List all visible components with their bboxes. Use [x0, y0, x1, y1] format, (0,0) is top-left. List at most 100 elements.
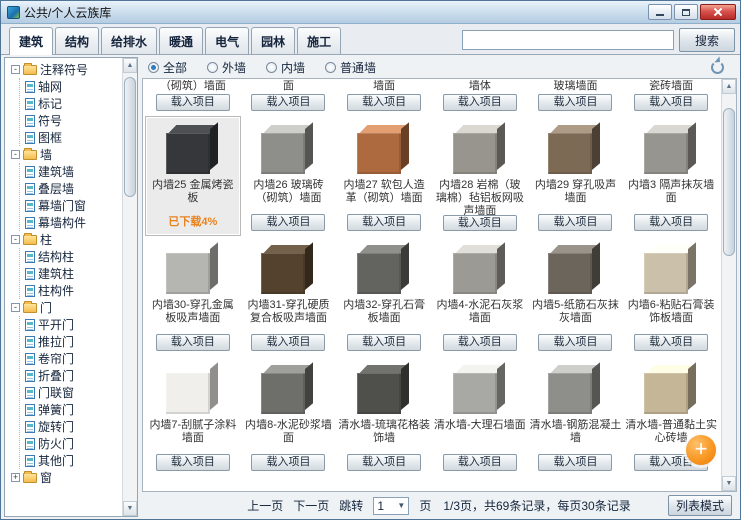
load-into-project-button[interactable]: 载入项目 [538, 94, 613, 111]
tree-item-推拉门[interactable]: 推拉门 [23, 333, 122, 350]
family-tile-partial[interactable]: 墙体 载入项目 [432, 79, 528, 116]
expander-icon[interactable]: - [11, 150, 20, 159]
family-tile-partial[interactable]: 瓷砖墙面 载入项目 [623, 79, 719, 116]
family-tile[interactable]: 内墙8-水泥砂浆墙面 载入项目 [241, 356, 337, 476]
family-tile[interactable]: 内墙5-纸筋石灰抹灰墙面 载入项目 [528, 236, 624, 356]
tree-item-建筑墙[interactable]: 建筑墙 [23, 163, 122, 180]
close-button[interactable] [700, 4, 736, 20]
tree-item-旋转门[interactable]: 旋转门 [23, 418, 122, 435]
family-tile-partial[interactable]: 墙面 载入项目 [336, 79, 432, 116]
tree-item-其他门[interactable]: 其他门 [23, 452, 122, 469]
tree-folder-柱[interactable]: -柱 [7, 231, 122, 248]
tree-item-图框[interactable]: 图框 [23, 129, 122, 146]
tree-item-标记[interactable]: 标记 [23, 95, 122, 112]
family-tile[interactable]: 内墙6-粘贴石膏装饰板墙面 载入项目 [623, 236, 719, 356]
family-tile[interactable]: 内墙29 穿孔吸声墙面 载入项目 [528, 116, 624, 236]
search-button[interactable]: 搜索 [679, 28, 735, 52]
tree-item-防火门[interactable]: 防火门 [23, 435, 122, 452]
tree-item-门联窗[interactable]: 门联窗 [23, 384, 122, 401]
family-tile[interactable]: 清水墙-琉璃花格装饰墙 载入项目 [336, 356, 432, 476]
load-into-project-button[interactable]: 载入项目 [155, 454, 230, 471]
family-tile-partial[interactable]: （砌筑）墙面 载入项目 [145, 79, 241, 116]
content-scrollbar-thumb[interactable] [723, 108, 735, 256]
family-tile[interactable]: 内墙7-刮腻子涂料墙面 载入项目 [145, 356, 241, 476]
tab-电气[interactable]: 电气 [205, 27, 250, 54]
radio-option-外墙[interactable]: 外墙 [207, 59, 246, 76]
tree-item-弹簧门[interactable]: 弹簧门 [23, 401, 122, 418]
expander-icon[interactable]: - [11, 303, 20, 312]
refresh-icon[interactable] [711, 60, 724, 74]
search-input[interactable] [462, 30, 674, 50]
load-into-project-button[interactable]: 载入项目 [155, 334, 230, 351]
family-tile[interactable]: 内墙27 软包人造革（砌筑）墙面 载入项目 [336, 116, 432, 236]
load-into-project-button[interactable]: 载入项目 [347, 214, 422, 231]
content-scrollbar[interactable]: ▲ ▼ [721, 79, 736, 491]
family-tile-partial[interactable]: 玻璃墙面 载入项目 [528, 79, 624, 116]
tree-scrollbar[interactable]: ▲ ▼ [122, 58, 137, 516]
page-select[interactable]: 1 ▼ [373, 496, 410, 515]
tree-item-结构柱[interactable]: 结构柱 [23, 248, 122, 265]
family-tile[interactable]: 内墙3 隔声抹灰墙面 载入项目 [623, 116, 719, 236]
tree-scrollbar-track[interactable] [123, 73, 137, 501]
add-fab-button[interactable]: + [686, 435, 716, 465]
load-into-project-button[interactable]: 载入项目 [442, 454, 517, 471]
family-tile[interactable]: 内墙28 岩棉（玻璃棉）毡铝板网吸声墙面 载入项目 [432, 116, 528, 236]
tree-item-符号[interactable]: 符号 [23, 112, 122, 129]
family-tile[interactable]: 内墙30-穿孔金属板吸声墙面 载入项目 [145, 236, 241, 356]
scroll-down-icon[interactable]: ▼ [722, 476, 736, 491]
tab-暖通[interactable]: 暖通 [159, 27, 204, 54]
expander-icon[interactable]: - [11, 65, 20, 74]
content-scrollbar-track[interactable] [722, 94, 736, 476]
tree-folder-墙[interactable]: -墙 [7, 146, 122, 163]
family-tile-partial[interactable]: 面载入项目 [241, 79, 337, 116]
scroll-up-icon[interactable]: ▲ [722, 79, 736, 94]
tree-item-幕墙门窗[interactable]: 幕墙门窗 [23, 197, 122, 214]
tab-施工[interactable]: 施工 [297, 27, 342, 54]
family-tile[interactable]: 清水墙-钢筋混凝土墙 载入项目 [528, 356, 624, 476]
family-tile[interactable]: 清水墙-大理石墙面 载入项目 [432, 356, 528, 476]
load-into-project-button[interactable]: 载入项目 [347, 334, 422, 351]
load-into-project-button[interactable]: 载入项目 [442, 215, 517, 231]
tree-folder-门[interactable]: -门 [7, 299, 122, 316]
tab-结构[interactable]: 结构 [55, 27, 100, 54]
tree-item-柱构件[interactable]: 柱构件 [23, 282, 122, 299]
expander-icon[interactable]: - [11, 235, 20, 244]
next-page-button[interactable]: 下一页 [293, 497, 329, 514]
scroll-down-icon[interactable]: ▼ [123, 501, 137, 516]
prev-page-button[interactable]: 上一页 [247, 497, 283, 514]
load-into-project-button[interactable]: 载入项目 [634, 334, 709, 351]
load-into-project-button[interactable]: 载入项目 [251, 214, 326, 231]
family-tile[interactable]: 内墙26 玻璃砖（砌筑）墙面 载入项目 [241, 116, 337, 236]
tree-scrollbar-thumb[interactable] [124, 77, 136, 197]
tab-园林[interactable]: 园林 [251, 27, 296, 54]
family-tile[interactable]: 内墙25 金属烤瓷板 已下载4% [145, 116, 241, 236]
tree-folder-注释符号[interactable]: - 注释符号 [7, 61, 122, 78]
radio-option-全部[interactable]: 全部 [148, 59, 187, 76]
tree-item-幕墙构件[interactable]: 幕墙构件 [23, 214, 122, 231]
load-into-project-button[interactable]: 载入项目 [442, 94, 517, 111]
maximize-button[interactable] [674, 4, 698, 20]
tree-item-轴网[interactable]: 轴网 [23, 78, 122, 95]
load-into-project-button[interactable]: 载入项目 [538, 334, 613, 351]
list-mode-button[interactable]: 列表模式 [668, 495, 732, 516]
load-into-project-button[interactable]: 载入项目 [347, 454, 422, 471]
scroll-up-icon[interactable]: ▲ [123, 58, 137, 73]
radio-option-内墙[interactable]: 内墙 [266, 59, 305, 76]
tree-item-叠层墙[interactable]: 叠层墙 [23, 180, 122, 197]
tree-item-卷帘门[interactable]: 卷帘门 [23, 350, 122, 367]
load-into-project-button[interactable]: 载入项目 [538, 214, 613, 231]
minimize-button[interactable] [648, 4, 672, 20]
tree-item-平开门[interactable]: 平开门 [23, 316, 122, 333]
load-into-project-button[interactable]: 载入项目 [442, 334, 517, 351]
tab-给排水[interactable]: 给排水 [101, 27, 158, 54]
tree-item-建筑柱[interactable]: 建筑柱 [23, 265, 122, 282]
load-into-project-button[interactable]: 载入项目 [634, 94, 709, 111]
load-into-project-button[interactable]: 载入项目 [538, 454, 613, 471]
tree-folder-窗[interactable]: + 窗 [7, 469, 122, 486]
expander-icon[interactable]: + [11, 473, 20, 482]
family-tile[interactable]: 内墙32-穿孔石膏板墙面 载入项目 [336, 236, 432, 356]
radio-option-普通墙[interactable]: 普通墙 [325, 59, 376, 76]
family-tile[interactable]: 内墙4-水泥石灰浆墙面 载入项目 [432, 236, 528, 356]
load-into-project-button[interactable]: 载入项目 [155, 94, 230, 111]
load-into-project-button[interactable]: 载入项目 [634, 214, 709, 231]
